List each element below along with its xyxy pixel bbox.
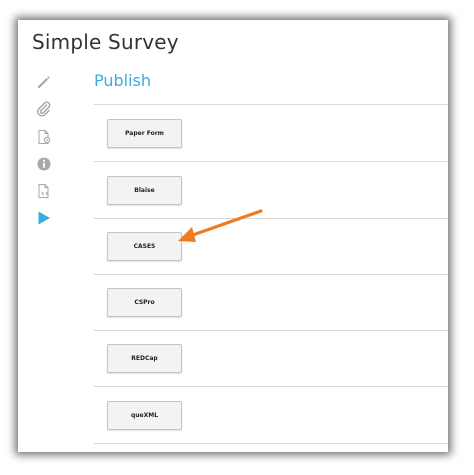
arrow-left-icon (178, 209, 263, 242)
app-window: Simple Survey Publish Paper Form Blaise … (18, 20, 448, 452)
